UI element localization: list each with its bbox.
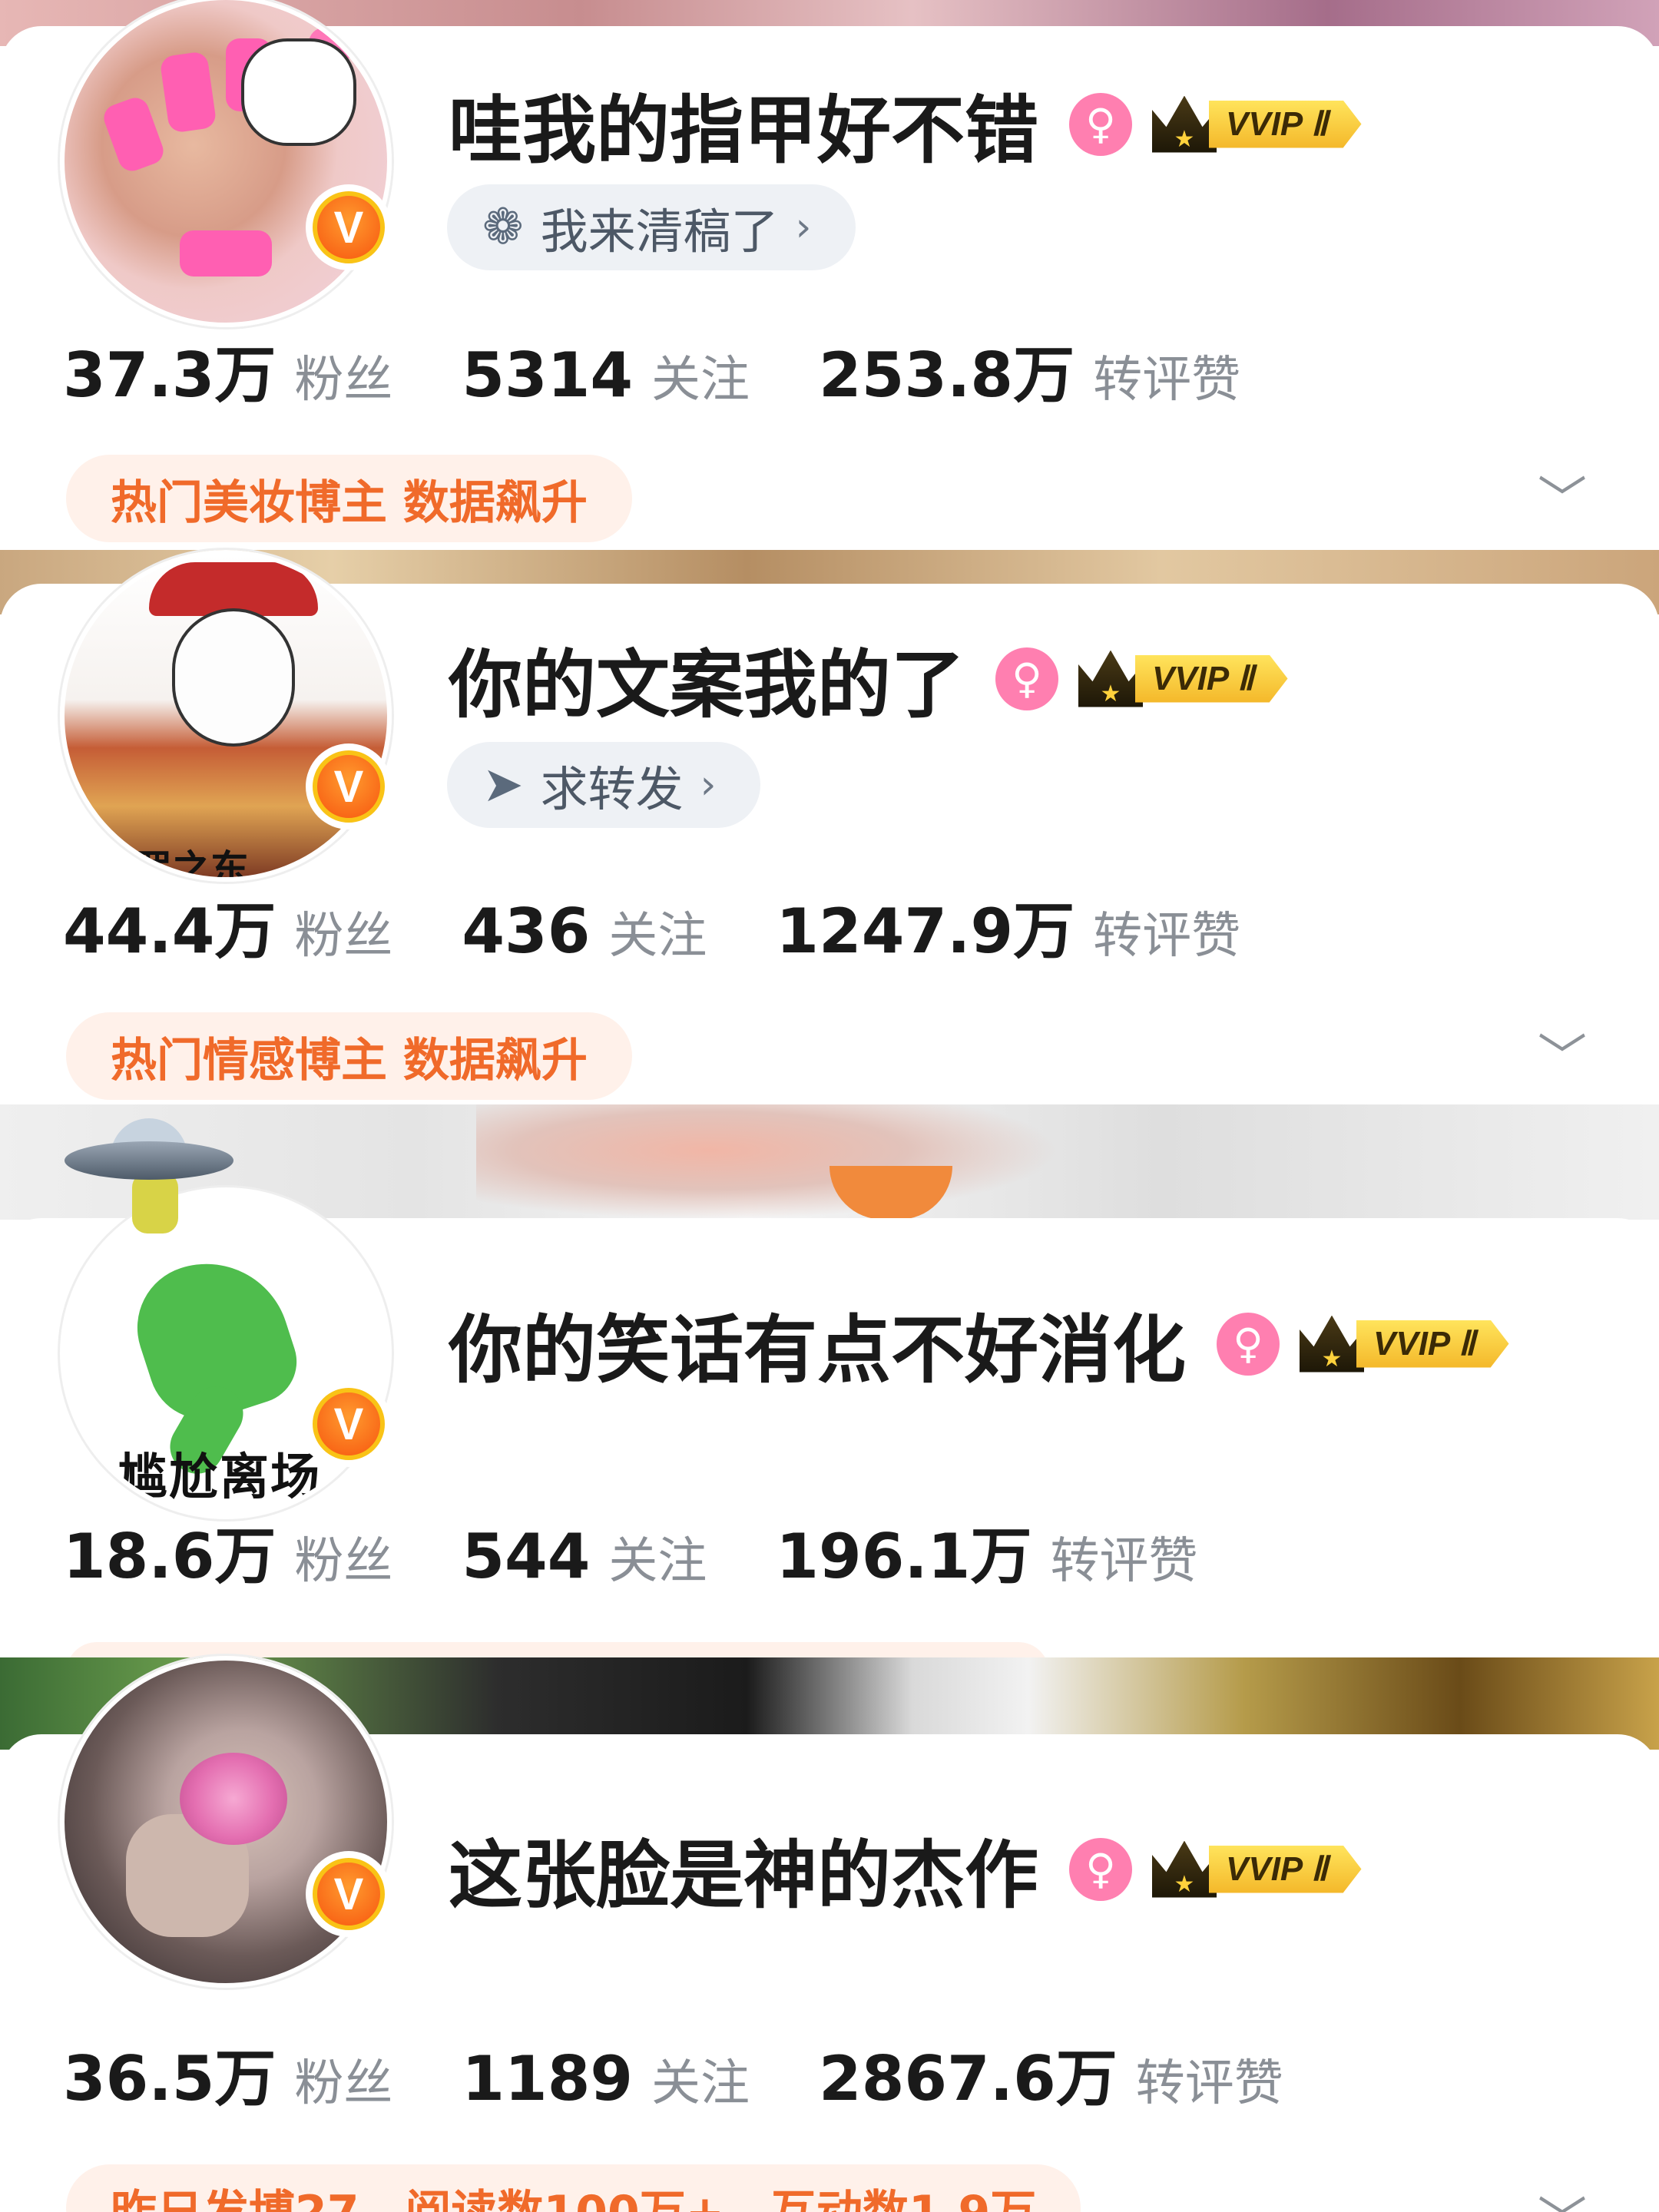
female-icon: ♀ (1217, 1312, 1280, 1376)
profile-card-4[interactable]: V 这张脸是神的杰作 ♀ ★ VVIP Ⅱ 36.5万 粉丝 1189 关注 2… (0, 1656, 1659, 2212)
name-row: 你的笑话有点不好消化 ♀ ★ VVIP Ⅱ (449, 1290, 1509, 1397)
vvip-badge[interactable]: ★ VVIP Ⅱ (1300, 1315, 1509, 1373)
stat-value: 1247.9万 (776, 896, 1075, 967)
activity-tag[interactable]: 昨日发博27，阅读数100万+，互动数1.9万 (66, 2164, 1081, 2212)
stat-value: 44.4万 (63, 896, 276, 967)
stat-label: 转评赞 (1135, 2055, 1283, 2112)
profile-card-2[interactable]: 阿罗之东 V 你的文案我的了 ♀ ★ VVIP Ⅱ ➤ 求转发 › 44.4万 … (0, 550, 1659, 1114)
stat-followers[interactable]: 18.6万 粉丝 (63, 1507, 392, 1596)
chevron-down-icon[interactable]: ﹀ (1538, 2181, 1587, 2212)
avatar[interactable]: 尴尬离场 (60, 1187, 392, 1519)
name-row: 哇我的指甲好不错 ♀ ★ VVIP Ⅱ (449, 71, 1362, 177)
username[interactable]: 哇我的指甲好不错 (449, 71, 1038, 177)
vvip-badge[interactable]: ★ VVIP Ⅱ (1152, 1840, 1362, 1898)
stat-value: 36.5万 (63, 2043, 276, 2114)
stat-following[interactable]: 5314 关注 (462, 339, 750, 411)
vvip-badge[interactable]: ★ VVIP Ⅱ (1152, 95, 1362, 153)
stats-row: 36.5万 粉丝 1189 关注 2867.6万 转评赞 (63, 2029, 1353, 2118)
chevron-right-icon: › (700, 762, 717, 808)
stat-following[interactable]: 1189 关注 (462, 2043, 750, 2114)
verified-badge: V (306, 1851, 392, 1937)
stats-row: 44.4万 粉丝 436 关注 1247.9万 转评赞 (63, 882, 1310, 971)
stats-row: 37.3万 粉丝 5314 关注 253.8万 转评赞 (63, 326, 1310, 415)
stat-label: 关注 (608, 908, 707, 965)
female-icon: ♀ (995, 647, 1058, 710)
stat-label: 关注 (608, 1533, 707, 1590)
avatar[interactable] (60, 0, 392, 327)
stat-label: 粉丝 (294, 908, 393, 965)
stat-followers[interactable]: 44.4万 粉丝 (63, 882, 392, 971)
stat-value: 196.1万 (776, 1521, 1032, 1592)
vvip-label: VVIP Ⅱ (1135, 654, 1288, 703)
name-row: 这张脸是神的杰作 ♀ ★ VVIP Ⅱ (449, 1816, 1362, 1922)
hot-tag[interactable]: 热门美妆博主 数据飙升 (66, 455, 632, 542)
vvip-label: VVIP Ⅱ (1209, 1845, 1362, 1893)
chip-label: 我来清稿了 (540, 204, 779, 260)
username[interactable]: 你的笑话有点不好消化 (449, 1290, 1186, 1397)
female-icon: ♀ (1069, 1837, 1132, 1901)
stat-interactions[interactable]: 1247.9万 转评赞 (776, 882, 1240, 971)
profile-card-1[interactable]: V 哇我的指甲好不错 ♀ ★ VVIP Ⅱ ❁ 我来清稿了 › 37.3万 粉丝… (0, 0, 1659, 556)
status-chip[interactable]: ➤ 求转发 › (447, 742, 761, 828)
avatar[interactable] (60, 1656, 392, 1988)
stat-label: 粉丝 (294, 352, 393, 409)
ufo-icon (65, 1111, 233, 1233)
chevron-down-icon[interactable]: ﹀ (1538, 1018, 1587, 1089)
crown-icon: ★ (1078, 650, 1143, 707)
stat-label: 转评赞 (1093, 908, 1241, 965)
stat-label: 粉丝 (294, 2055, 393, 2112)
stat-value: 18.6万 (63, 1521, 276, 1592)
stat-value: 5314 (462, 339, 634, 411)
name-row: 你的文案我的了 ♀ ★ VVIP Ⅱ (449, 625, 1288, 732)
stat-value: 2867.6万 (819, 2043, 1118, 2114)
stat-label: 粉丝 (294, 1533, 393, 1590)
stat-interactions[interactable]: 196.1万 转评赞 (776, 1507, 1197, 1596)
username[interactable]: 你的文案我的了 (449, 625, 965, 732)
stat-value: 1189 (462, 2043, 634, 2114)
chip-label: 求转发 (540, 761, 684, 817)
crown-icon: ★ (1152, 95, 1217, 153)
stat-followers[interactable]: 36.5万 粉丝 (63, 2029, 392, 2118)
female-icon: ♀ (1069, 92, 1132, 156)
chevron-down-icon[interactable]: ﹀ (1538, 461, 1587, 531)
avatar-caption: 尴尬离场 (118, 1449, 321, 1506)
username[interactable]: 这张脸是神的杰作 (449, 1816, 1038, 1922)
avatar-caption: 阿罗之东 (95, 847, 249, 882)
stat-value: 253.8万 (819, 339, 1075, 411)
stat-label: 转评赞 (1093, 352, 1241, 409)
stat-label: 关注 (651, 2055, 750, 2112)
avatar[interactable]: 阿罗之东 (60, 550, 392, 882)
vvip-label: VVIP Ⅱ (1356, 1320, 1509, 1368)
vvip-label: VVIP Ⅱ (1209, 100, 1362, 148)
stat-value: 544 (462, 1521, 591, 1592)
profile-card-3[interactable]: 尴尬离场 V 你的笑话有点不好消化 ♀ ★ VVIP Ⅱ 18.6万 粉丝 54… (0, 1118, 1659, 1688)
stat-following[interactable]: 436 关注 (462, 896, 707, 967)
stats-row: 18.6万 粉丝 544 关注 196.1万 转评赞 (63, 1507, 1267, 1596)
stat-interactions[interactable]: 253.8万 转评赞 (819, 326, 1240, 415)
verified-badge: V (306, 743, 392, 830)
stat-label: 关注 (651, 352, 750, 409)
send-icon: ➤ (482, 757, 524, 813)
vvip-badge[interactable]: ★ VVIP Ⅱ (1078, 650, 1288, 707)
stat-interactions[interactable]: 2867.6万 转评赞 (819, 2029, 1283, 2118)
crown-icon: ★ (1152, 1840, 1217, 1898)
hot-tag[interactable]: 热门情感博主 数据飙升 (66, 1012, 632, 1100)
crown-icon: ★ (1300, 1315, 1364, 1373)
status-chip[interactable]: ❁ 我来清稿了 › (447, 184, 856, 270)
chevron-right-icon: › (795, 204, 812, 250)
verified-badge: V (306, 1381, 392, 1467)
profile-list: V 哇我的指甲好不错 ♀ ★ VVIP Ⅱ ❁ 我来清稿了 › 37.3万 粉丝… (0, 0, 1659, 2212)
stat-value: 37.3万 (63, 339, 276, 411)
verified-badge: V (306, 184, 392, 270)
stat-label: 转评赞 (1050, 1533, 1198, 1590)
stat-value: 436 (462, 896, 591, 967)
stat-following[interactable]: 544 关注 (462, 1521, 707, 1592)
flower-icon: ❁ (482, 199, 524, 256)
stat-followers[interactable]: 37.3万 粉丝 (63, 326, 392, 415)
